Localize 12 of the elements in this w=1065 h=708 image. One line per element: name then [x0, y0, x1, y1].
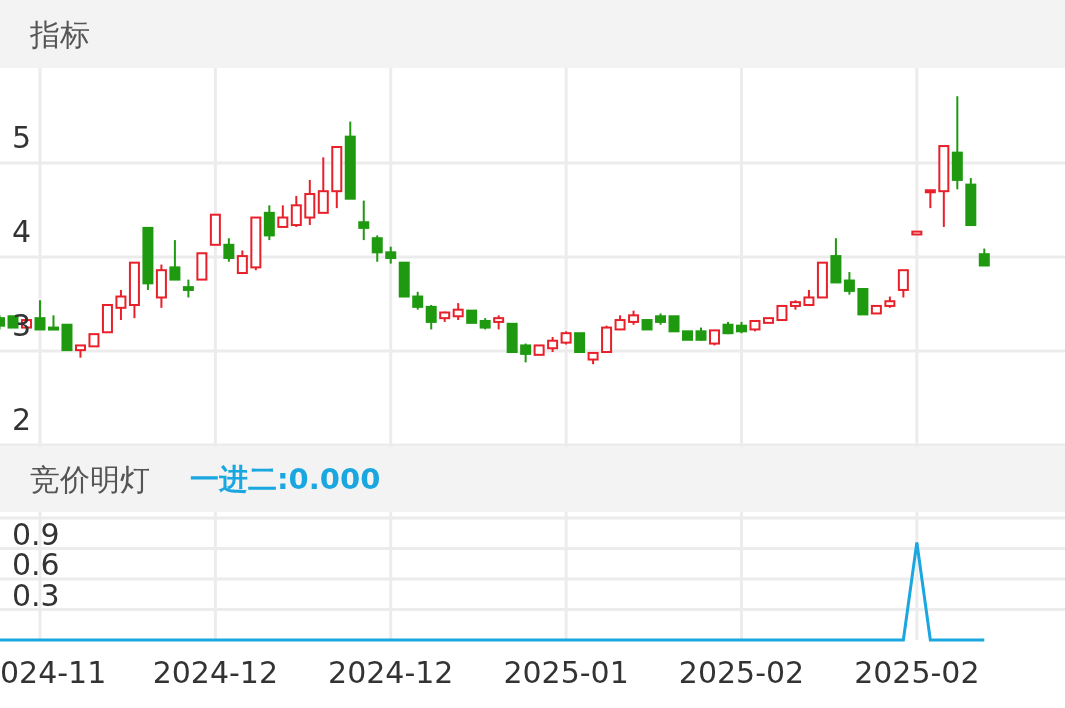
y-axis-label: 5	[12, 120, 32, 155]
x-axis-label: 2025-02	[854, 655, 980, 690]
x-axis-label: 2024-12	[328, 655, 454, 690]
y-axis-label: 4	[12, 214, 32, 250]
indicator-name: 竞价明灯	[30, 461, 150, 499]
y-axis-label: 2	[12, 402, 32, 438]
panel-title: 指标	[30, 15, 90, 54]
x-axis-label: 2025-02	[678, 655, 805, 690]
x-axis-label: 2025-01	[503, 655, 629, 690]
x-axis-label: 2024-12	[152, 655, 279, 690]
indicator-reading: 一进二:0.000	[190, 460, 381, 498]
x-axis-label: 024-11	[0, 655, 107, 690]
